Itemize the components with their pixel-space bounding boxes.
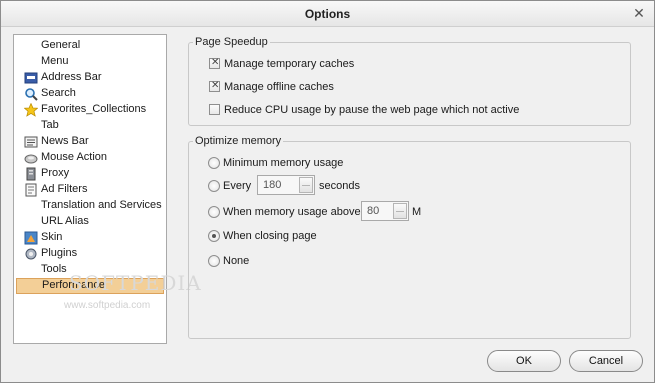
every-seconds-stepper[interactable]: 180 <box>257 175 315 195</box>
megabyte-unit-label: M <box>412 206 422 218</box>
radio-label: Every <box>223 180 252 192</box>
checkbox-label: Manage offline caches <box>224 81 334 93</box>
sidebar-item-label: Ad Filters <box>41 183 88 195</box>
sidebar-item-tab[interactable]: Tab <box>16 118 164 134</box>
page-speedup-legend: Page Speedup <box>195 36 268 48</box>
optimize-memory-legend: Optimize memory <box>195 135 282 147</box>
stepper-value: 80 <box>367 205 380 217</box>
radio-label: None <box>223 255 250 267</box>
cancel-button-label: Cancel <box>588 355 624 367</box>
close-icon[interactable]: ✕ <box>632 6 646 20</box>
sidebar-item-general[interactable]: General <box>16 38 164 54</box>
sidebar-item-label: News Bar <box>41 135 89 147</box>
news-icon <box>24 136 38 148</box>
plugins-icon <box>25 248 37 260</box>
sidebar-item-label: Tools <box>41 263 67 275</box>
skin-icon <box>24 231 38 245</box>
watermark-logo: SOFTPEDIA <box>69 271 202 295</box>
star-icon <box>24 103 38 117</box>
stepper-value: 180 <box>263 179 282 191</box>
stepper-arrows[interactable] <box>393 203 407 219</box>
checkbox-box[interactable] <box>209 57 220 69</box>
proxy-icon <box>26 167 36 181</box>
ok-button[interactable]: OK <box>487 350 561 372</box>
sidebar-item-label: Favorites_Collections <box>41 103 147 115</box>
sidebar-item-mouse-action[interactable]: Mouse Action <box>16 150 164 166</box>
mouse-icon <box>24 154 38 164</box>
options-dialog: Options ✕ General Menu Address Bar Searc… <box>0 0 655 383</box>
checkbox-box[interactable] <box>209 104 220 115</box>
sidebar-item-label: Tab <box>41 119 59 131</box>
stepper-arrows[interactable] <box>299 177 313 193</box>
radio-label: When memory usage above <box>223 206 361 218</box>
sidebar-nav: General Menu Address Bar Search Favorite… <box>13 34 201 344</box>
seconds-unit-label: seconds <box>319 180 360 192</box>
sidebar-item-label: Plugins <box>41 247 78 259</box>
sidebar-item-label: General <box>41 39 81 51</box>
sidebar-item-skin[interactable]: Skin <box>16 230 164 246</box>
title-bar: Options ✕ <box>1 1 654 27</box>
sidebar-item-news-bar[interactable]: News Bar <box>16 134 164 150</box>
sidebar-item-label: Search <box>41 87 76 99</box>
filter-icon <box>25 183 37 197</box>
ok-button-label: OK <box>516 355 532 367</box>
radio-button[interactable] <box>208 230 220 242</box>
memory-above-stepper[interactable]: 80 <box>361 201 409 221</box>
radio-button[interactable] <box>208 206 220 218</box>
checkbox-box[interactable] <box>209 80 220 92</box>
sidebar-item-proxy[interactable]: Proxy <box>16 166 164 182</box>
watermark-url: www.softpedia.com <box>64 300 151 311</box>
sidebar-item-url-alias[interactable]: URL Alias <box>16 214 164 230</box>
checkbox-label: Manage temporary caches <box>224 58 355 70</box>
sidebar-item-translation[interactable]: Translation and Services <box>16 198 164 214</box>
sidebar-item-label: URL Alias <box>41 215 89 227</box>
sidebar-item-menu[interactable]: Menu <box>16 54 164 70</box>
radio-label: Minimum memory usage <box>223 157 344 169</box>
radio-button[interactable] <box>208 255 220 267</box>
sidebar-item-plugins[interactable]: Plugins <box>16 246 164 262</box>
sidebar-item-search[interactable]: Search <box>16 86 164 102</box>
sidebar-item-label: Address Bar <box>41 71 102 83</box>
radio-button[interactable] <box>208 180 220 192</box>
sidebar-item-label: Translation and Services <box>41 199 162 211</box>
dialog-title: Options <box>304 7 351 21</box>
sidebar-item-label: Menu <box>41 55 69 67</box>
address-bar-icon <box>24 72 38 84</box>
sidebar-item-ad-filters[interactable]: Ad Filters <box>16 182 164 198</box>
sidebar-item-label: Mouse Action <box>41 151 108 163</box>
sidebar-item-favorites[interactable]: Favorites_Collections <box>16 102 164 118</box>
checkbox-label: Reduce CPU usage by pause the web page w… <box>224 104 520 116</box>
radio-button[interactable] <box>208 157 220 169</box>
sidebar-item-label: Skin <box>41 231 63 243</box>
cancel-button[interactable]: Cancel <box>569 350 643 372</box>
sidebar-item-address-bar[interactable]: Address Bar <box>16 70 164 86</box>
search-icon <box>25 88 38 101</box>
sidebar-item-label: Proxy <box>41 167 70 179</box>
radio-label: When closing page <box>223 230 317 242</box>
